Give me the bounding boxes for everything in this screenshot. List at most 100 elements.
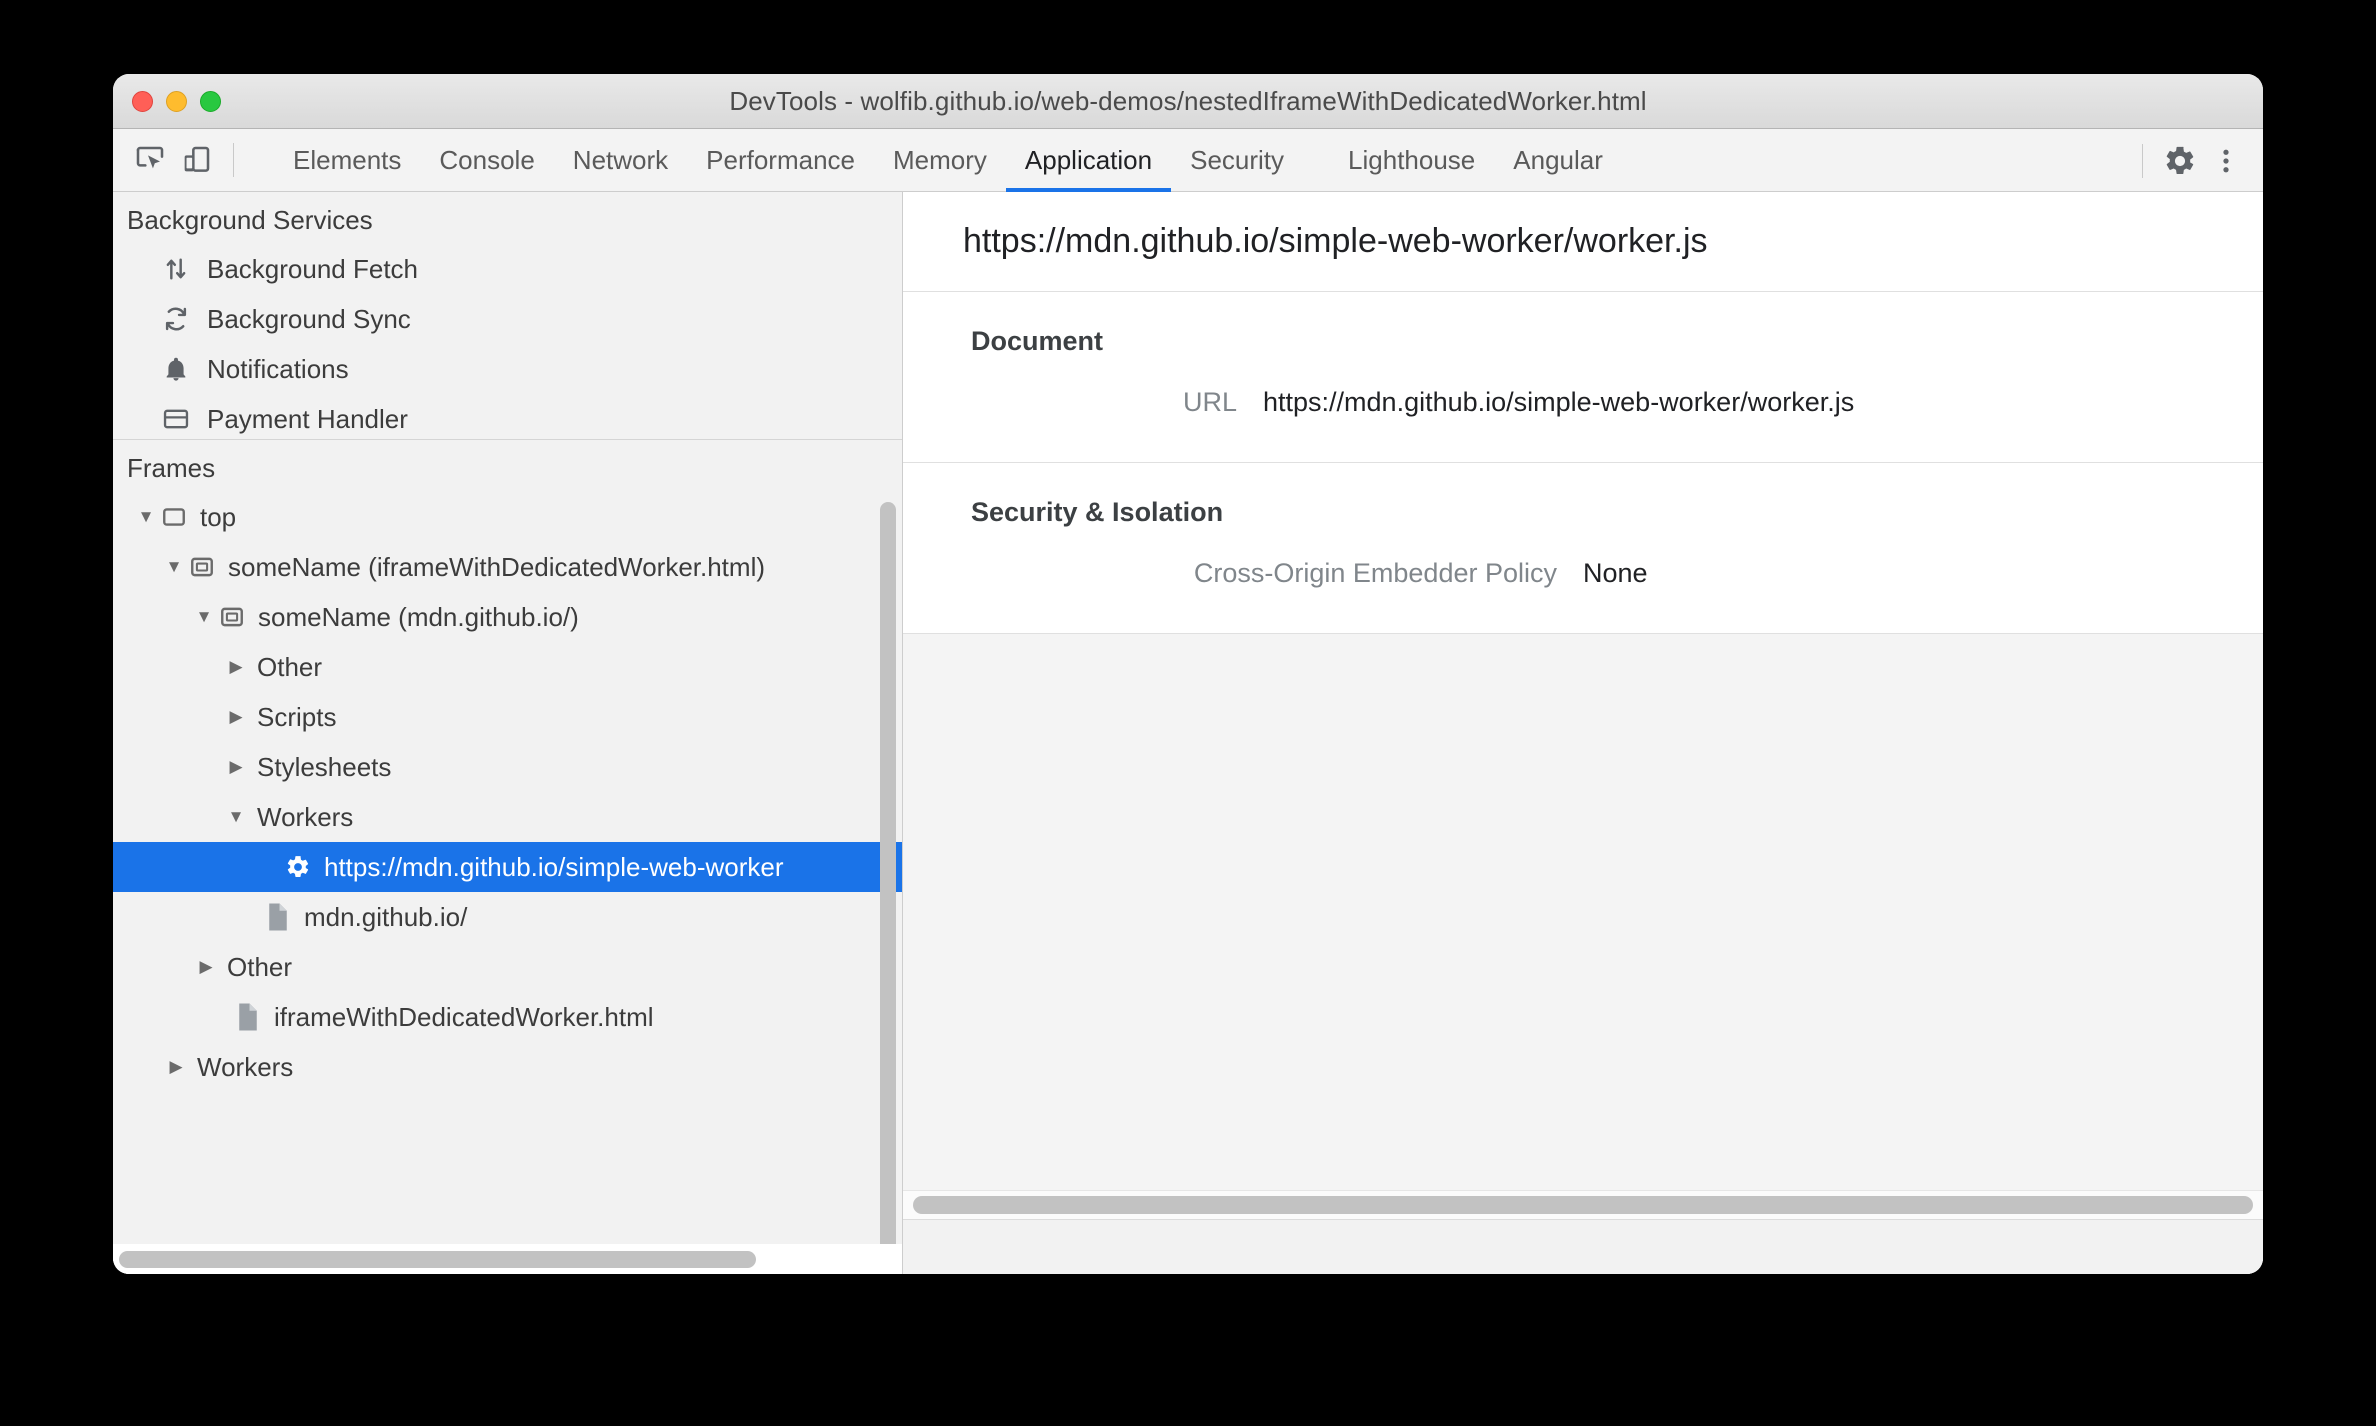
tree-item-label: Stylesheets: [257, 752, 392, 782]
sidebar-item-label: Payment Handler: [207, 404, 408, 434]
frame-details-title: https://mdn.github.io/simple-web-worker/…: [903, 192, 2263, 292]
tree-item-label: Workers: [257, 802, 354, 832]
sidebar-item-label: Background Fetch: [207, 254, 419, 284]
document-icon: [233, 1002, 263, 1032]
close-window-button[interactable]: [132, 91, 153, 112]
tree-item-top[interactable]: top: [113, 492, 902, 542]
chevron-right-icon[interactable]: [223, 657, 249, 677]
tab-lighthouse[interactable]: Lighthouse: [1329, 129, 1494, 192]
field-coep: Cross-Origin Embedder Policy None: [903, 558, 2263, 589]
frames-tree: top someName (iframeWithDedic: [113, 492, 902, 1092]
tree-item-label: someName (iframeWithDedicatedWorker.html…: [228, 552, 765, 582]
tree-item-label: https://mdn.github.io/simple-web-worker: [324, 852, 784, 882]
tab-label: Performance: [706, 144, 855, 175]
scrollbar-thumb[interactable]: [880, 502, 896, 1268]
detail-empty-area: [903, 634, 2263, 1274]
sidebar-item-background-fetch[interactable]: Background Fetch: [113, 244, 902, 294]
more-vertical-icon[interactable]: [2203, 138, 2249, 184]
gear-icon[interactable]: [2157, 138, 2203, 184]
tree-item-mdn-github-io-doc[interactable]: mdn.github.io/: [113, 892, 902, 942]
field-label: URL: [1182, 387, 1237, 417]
background-services-title: Background Services: [127, 205, 373, 235]
tree-item-other-outer[interactable]: Other: [113, 942, 902, 992]
window-title: DevTools - wolfib.github.io/web-demos/ne…: [729, 85, 1647, 116]
chevron-down-icon[interactable]: [223, 807, 249, 827]
sidebar-item-notifications[interactable]: Notifications: [113, 344, 902, 394]
credit-card-icon: [159, 402, 193, 436]
tree-item-label: mdn.github.io/: [304, 902, 468, 932]
tab-label: Console: [439, 144, 535, 175]
tree-item-workers-inner[interactable]: Workers: [113, 792, 902, 842]
document-section: Document URL https://mdn.github.io/simpl…: [903, 292, 2263, 463]
field-url: URL https://mdn.github.io/simple-web-wor…: [903, 387, 2263, 418]
chevron-down-icon[interactable]: [191, 607, 217, 627]
sidebar-item-label: Background Sync: [207, 304, 411, 334]
tab-bar-right-controls: [2128, 129, 2249, 192]
chevron-down-icon[interactable]: [133, 507, 159, 527]
tree-item-label: Workers: [197, 1052, 294, 1082]
chevron-right-icon[interactable]: [193, 957, 219, 977]
tab-angular[interactable]: Angular: [1494, 129, 1622, 192]
tab-label: Security: [1190, 144, 1285, 175]
chevron-right-icon[interactable]: [223, 757, 249, 777]
inspect-element-icon[interactable]: [127, 137, 173, 183]
field-label: Cross-Origin Embedder Policy: [1193, 558, 1557, 588]
chevron-right-icon[interactable]: [163, 1057, 189, 1077]
traffic-light-buttons: [132, 91, 221, 112]
sidebar-horizontal-scrollbar[interactable]: [113, 1244, 902, 1274]
frame-icon: [159, 502, 189, 532]
tree-item-iframe-html-doc[interactable]: iframeWithDedicatedWorker.html: [113, 992, 902, 1042]
device-toolbar-icon[interactable]: [173, 137, 219, 183]
tree-item-iframe-with-dedicated-worker[interactable]: someName (iframeWithDedicatedWorker.html…: [113, 542, 902, 592]
application-sidebar: Background Services Background Fetch Bac…: [113, 192, 903, 1274]
scrollbar-thumb[interactable]: [913, 1196, 2253, 1214]
tab-label: Memory: [893, 144, 987, 175]
tab-security[interactable]: Security: [1171, 129, 1303, 192]
sidebar-item-label: Notifications: [207, 354, 349, 384]
frame-details-content: https://mdn.github.io/simple-web-worker/…: [903, 192, 2263, 634]
bell-icon: [159, 352, 193, 386]
tree-item-label: iframeWithDedicatedWorker.html: [274, 1002, 654, 1032]
sidebar-item-background-sync[interactable]: Background Sync: [113, 294, 902, 344]
tab-memory[interactable]: Memory: [874, 129, 1006, 192]
title-bar: DevTools - wolfib.github.io/web-demos/ne…: [113, 74, 2263, 129]
detail-horizontal-scrollbar[interactable]: [903, 1190, 2263, 1220]
tab-console[interactable]: Console: [420, 129, 553, 192]
document-icon: [263, 902, 293, 932]
tab-network[interactable]: Network: [554, 129, 687, 192]
tab-performance[interactable]: Performance: [687, 129, 874, 192]
chevron-right-icon[interactable]: [223, 707, 249, 727]
security-isolation-section: Security & Isolation Cross-Origin Embedd…: [903, 463, 2263, 634]
chevron-down-icon[interactable]: [161, 557, 187, 577]
background-sync-icon: [159, 302, 193, 336]
minimize-window-button[interactable]: [166, 91, 187, 112]
scrollbar-thumb[interactable]: [119, 1250, 756, 1268]
tab-label: Application: [1024, 144, 1153, 175]
field-value: None: [1583, 558, 1648, 588]
tree-item-label: someName (mdn.github.io/): [258, 602, 579, 632]
tree-item-label: Other: [227, 952, 293, 982]
tree-item-mdn-github-io-frame[interactable]: someName (mdn.github.io/): [113, 592, 902, 642]
security-section-heading: Security & Isolation: [971, 497, 1224, 527]
background-services-section: Background Services Background Fetch Bac…: [113, 192, 902, 440]
maximize-window-button[interactable]: [200, 91, 221, 112]
frames-section: Frames top: [113, 440, 902, 1274]
field-value[interactable]: https://mdn.github.io/simple-web-worker/…: [1263, 387, 1854, 418]
tab-label: Elements: [293, 144, 402, 175]
tree-item-stylesheets[interactable]: Stylesheets: [113, 742, 902, 792]
sidebar-item-payment-handler[interactable]: Payment Handler: [113, 394, 902, 439]
frame-details-pane: https://mdn.github.io/simple-web-worker/…: [903, 192, 2263, 1274]
iframe-icon: [187, 552, 217, 582]
background-fetch-icon: [159, 252, 193, 286]
devtools-body: Background Services Background Fetch Bac…: [113, 192, 2263, 1274]
tree-item-workers-outer[interactable]: Workers: [113, 1042, 902, 1092]
tree-item-simple-web-worker[interactable]: https://mdn.github.io/simple-web-worker: [113, 842, 902, 892]
tab-label: Network: [572, 144, 669, 175]
frames-vertical-scrollbar[interactable]: [880, 502, 896, 1268]
tree-item-scripts[interactable]: Scripts: [113, 692, 902, 742]
toolbar-separator: [2142, 143, 2143, 178]
tree-item-other-inner[interactable]: Other: [113, 642, 902, 692]
tab-elements[interactable]: Elements: [274, 129, 420, 192]
tab-application[interactable]: Application: [1005, 129, 1172, 192]
